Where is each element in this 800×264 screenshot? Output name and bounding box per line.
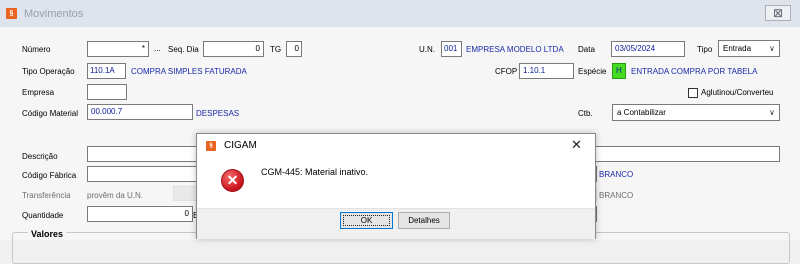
codigo-material-label: Código Material <box>22 109 79 118</box>
data-label: Data <box>578 45 595 54</box>
tipo-operacao-name: COMPRA SIMPLES FATURADA <box>131 67 247 76</box>
cfop-field[interactable]: 1.10.1 <box>519 63 574 79</box>
tipo-label: Tipo <box>697 45 713 54</box>
numero-lookup-button[interactable]: ... <box>154 44 161 53</box>
quantidade-field[interactable]: 0 <box>87 206 193 222</box>
details-button-label: Detalhes <box>408 216 440 225</box>
transferencia-name: BRANCO <box>599 191 634 200</box>
un-label: U.N. <box>419 45 435 54</box>
tg-label: TG <box>270 45 282 54</box>
data-field[interactable]: 03/05/2024 <box>611 41 685 57</box>
aglutinou-label: Aglutinou/Converteu <box>701 88 774 97</box>
ok-button-focus-ring <box>343 215 390 226</box>
codigo-material-name: DESPESAS <box>196 109 240 118</box>
valores-group-title: Valores <box>28 229 67 239</box>
empresa-label: Empresa <box>22 88 55 97</box>
especie-name: ENTRADA COMPRA POR TABELA <box>631 67 758 76</box>
codigo-fabrica-field[interactable] <box>87 166 197 182</box>
numero-field[interactable]: * <box>87 41 149 57</box>
chevron-down-icon: ∨ <box>769 44 775 53</box>
un-code-field[interactable]: 001 <box>441 41 462 57</box>
tipo-operacao-label: Tipo Operação <box>22 67 75 76</box>
dialog-close-button[interactable]: ✕ <box>571 137 582 153</box>
especie-label: Espécie <box>578 67 607 76</box>
cigam-logo-icon: § <box>206 141 216 151</box>
dialog-title: CIGAM <box>224 140 257 151</box>
seq-dia-field[interactable]: 0 <box>203 41 264 57</box>
cfop-label: CFOP <box>495 67 518 76</box>
ok-button[interactable]: OK <box>340 212 393 229</box>
window-title: Movimentos <box>24 8 84 20</box>
window-titlebar: § Movimentos ⊠ <box>0 0 800 27</box>
window-close-button[interactable]: ⊠ <box>765 5 791 21</box>
codigo-material-field[interactable]: 00.000.7 <box>87 104 193 120</box>
transferencia-label: Transferência <box>22 191 71 200</box>
dialog-titlebar: § CIGAM ✕ <box>197 134 595 156</box>
transferencia-value: provêm da U.N. <box>87 191 144 200</box>
numero-label: Número <box>22 45 51 54</box>
descricao-label: Descrição <box>22 152 58 161</box>
tg-field[interactable]: 0 <box>286 41 302 57</box>
error-dialog: § CIGAM ✕ ✕ CGM-445: Material inativo. O… <box>196 133 596 239</box>
ctb-label: Ctb. <box>578 109 593 118</box>
error-icon: ✕ <box>221 169 244 192</box>
un-name: EMPRESA MODELO LTDA <box>466 45 564 54</box>
aglutinou-checkbox[interactable] <box>688 88 698 98</box>
especie-code-field[interactable]: H <box>612 63 626 79</box>
seq-dia-label: Seq. Dia <box>168 45 199 54</box>
tipo-select[interactable]: Entrada ∨ <box>718 40 780 57</box>
dialog-message: CGM-445: Material inativo. <box>261 167 369 177</box>
ctb-selected-value: a Contabilizar <box>617 108 666 117</box>
dialog-footer: OK Detalhes <box>197 208 595 239</box>
empresa-field[interactable] <box>87 84 127 100</box>
transferencia-box <box>173 186 197 201</box>
details-button[interactable]: Detalhes <box>398 212 450 229</box>
cigam-logo-icon: § <box>6 8 17 19</box>
codigo-fabrica-name: BRANCO <box>599 170 634 179</box>
ctb-select[interactable]: a Contabilizar ∨ <box>612 104 780 121</box>
dialog-body: ✕ CGM-445: Material inativo. <box>197 156 595 208</box>
chevron-down-icon: ∨ <box>769 108 775 117</box>
tipo-operacao-code-field[interactable]: 110.1A <box>87 63 126 79</box>
quantidade-label: Quantidade <box>22 211 64 220</box>
tipo-selected-value: Entrada <box>723 44 752 53</box>
codigo-fabrica-label: Código Fábrica <box>22 171 77 180</box>
